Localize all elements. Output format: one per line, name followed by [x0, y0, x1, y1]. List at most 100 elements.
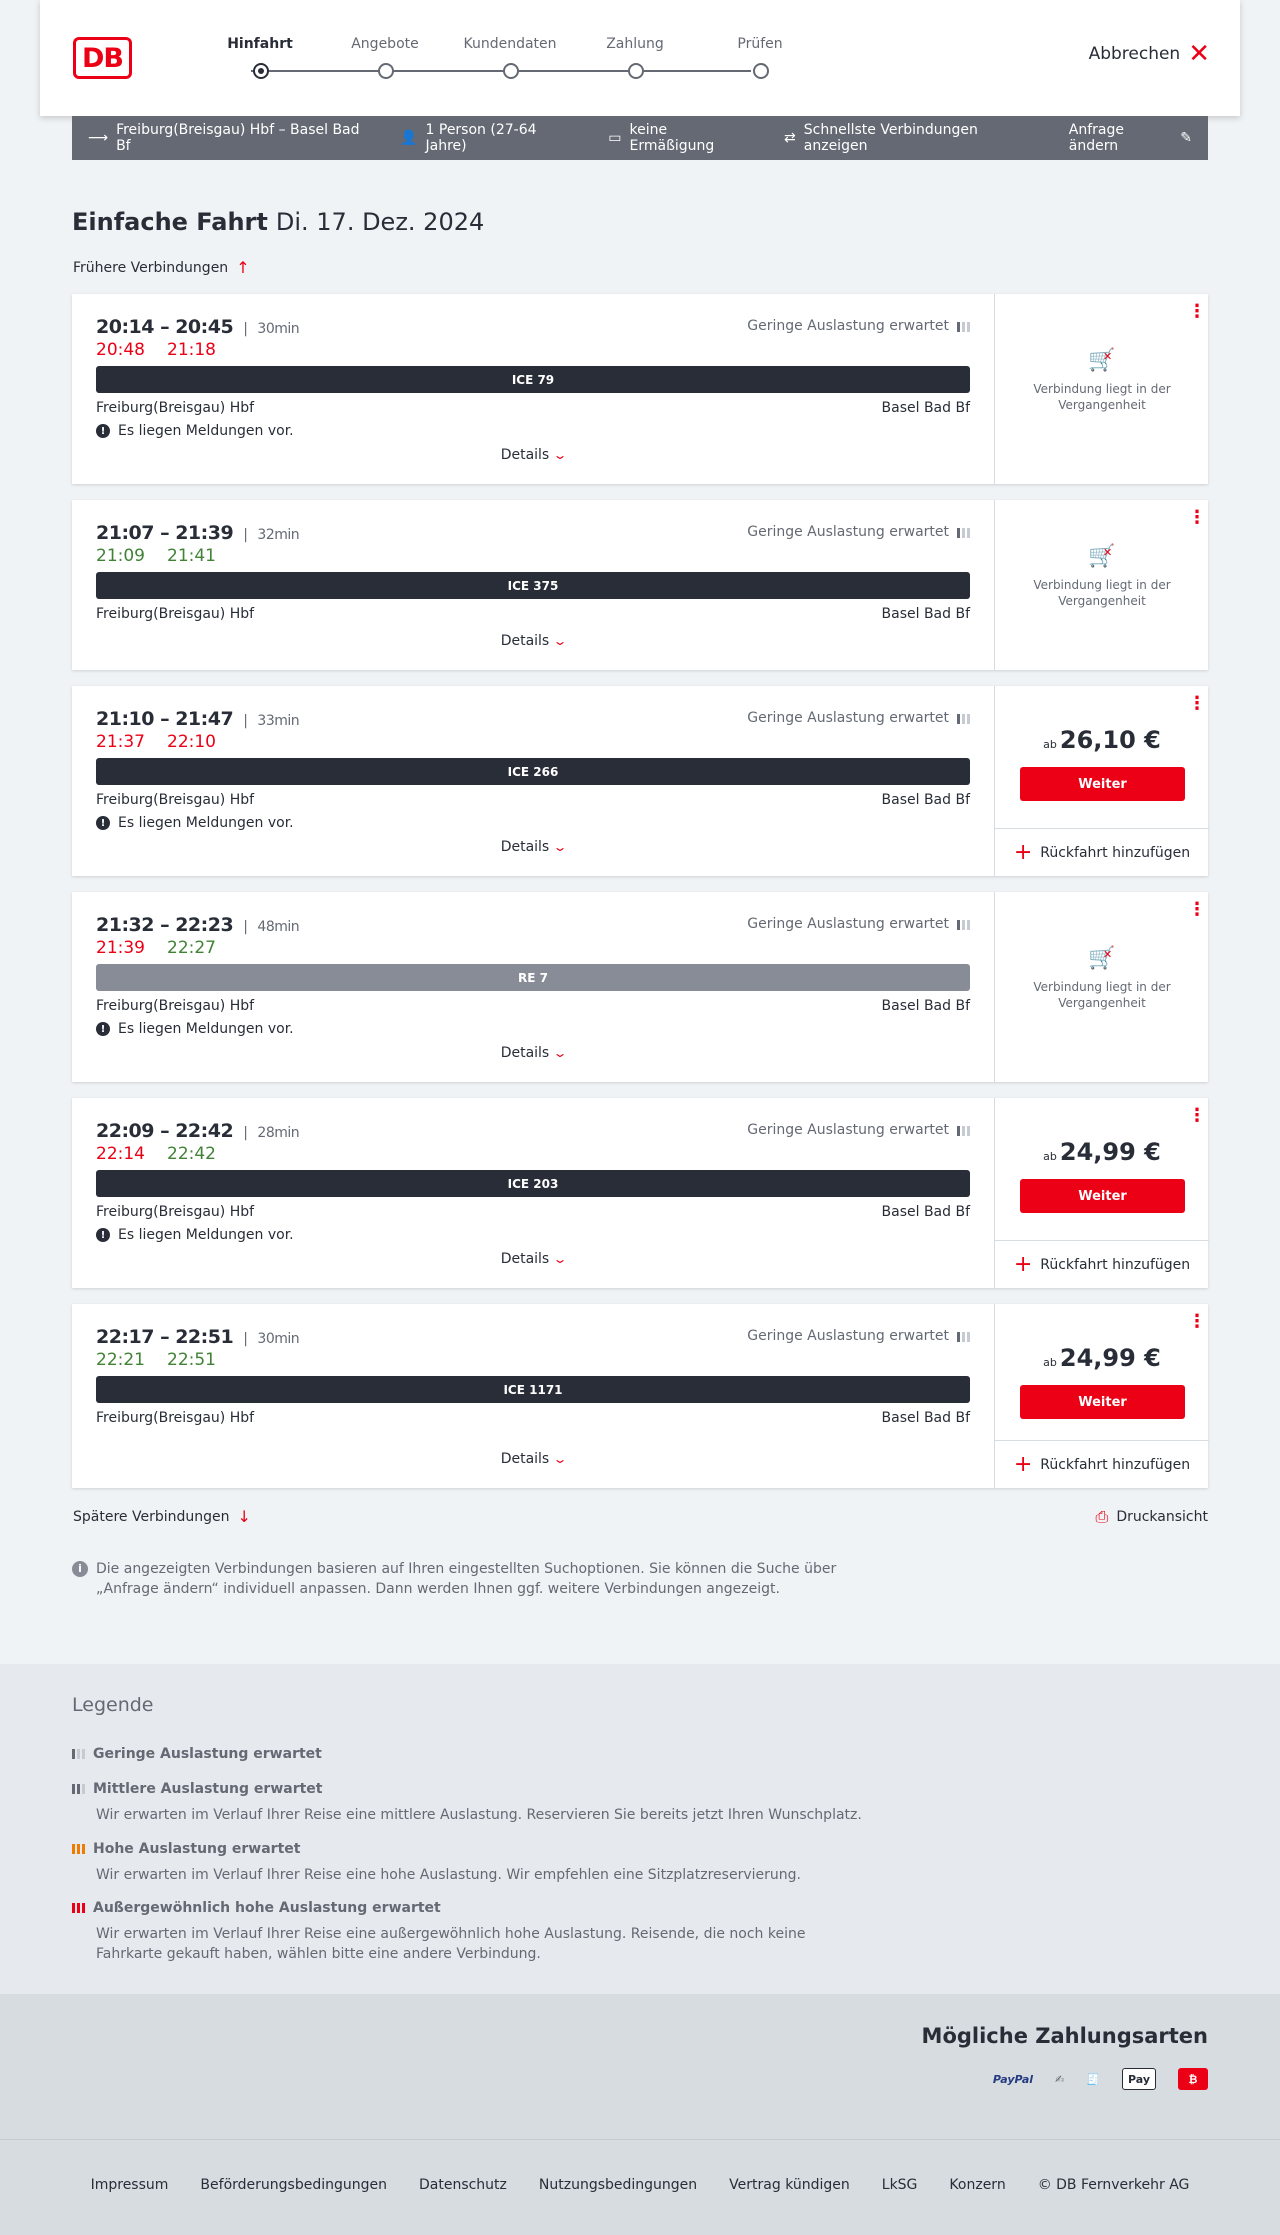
add-return-button[interactable]: + Rückfahrt hinzufügen: [995, 1440, 1209, 1488]
load-indicator: Geringe Auslastung erwartet: [747, 318, 970, 334]
realtime-departure: 21:39: [96, 938, 145, 958]
departure-station: Freiburg(Breisgau) Hbf: [96, 400, 255, 416]
footer-link-befoerderungsbedingungen[interactable]: Beförderungsbedingungen: [200, 2177, 387, 2193]
footer-link-datenschutz[interactable]: Datenschutz: [419, 2177, 507, 2193]
details-toggle[interactable]: Details ⌄: [72, 633, 994, 649]
details-toggle[interactable]: Details ⌄: [72, 839, 994, 855]
realtime-times: 22:14 22:42: [96, 1144, 216, 1164]
train-segment-bar[interactable]: ICE 1171: [96, 1376, 970, 1403]
header: DB Hinfahrt Angebote Kundendaten Zahlung…: [40, 0, 1240, 116]
connection-info: 21:10 – 21:47 33min Geringe Auslastung er…: [72, 686, 994, 876]
payment-icons: PayPal ✍ 🧾 Pay ₿: [993, 2068, 1208, 2090]
load-label: Geringe Auslastung erwartet: [747, 1328, 949, 1344]
times-label: 22:17 – 22:51: [96, 1326, 234, 1348]
footer-link-impressum[interactable]: Impressum: [91, 2177, 169, 2193]
realtime-departure: 21:37: [96, 732, 145, 752]
footer-link-lksg[interactable]: LkSG: [882, 2177, 918, 2193]
legend-item-desc: Wir erwarten im Verlauf Ihrer Reise eine…: [96, 1926, 806, 1962]
continue-button[interactable]: Weiter: [1020, 1179, 1185, 1213]
edit-request-button[interactable]: Anfrage ändern ✎: [1069, 122, 1192, 154]
more-options-icon[interactable]: ⋮: [1188, 695, 1206, 713]
later-connections-link[interactable]: Spätere Verbindungen ↓: [73, 1507, 251, 1526]
realtime-arrival: 21:41: [167, 546, 216, 566]
arrival-station: Basel Bad Bf: [881, 1204, 970, 1220]
direct-debit-icon: ✍: [1055, 2072, 1065, 2086]
more-options-icon[interactable]: ⋮: [1188, 1313, 1206, 1331]
train-segment-bar[interactable]: ICE 203: [96, 1170, 970, 1197]
load-indicator: Geringe Auslastung erwartet: [747, 916, 970, 932]
alert-icon: !: [96, 424, 110, 438]
add-return-label: Rückfahrt hinzufügen: [1040, 1256, 1191, 1273]
price-value: 26,10 €: [1059, 726, 1161, 754]
more-options-icon[interactable]: ⋮: [1188, 303, 1206, 321]
step-label: Prüfen: [737, 36, 783, 52]
notice-label: Es liegen Meldungen vor.: [118, 815, 294, 831]
continue-button[interactable]: Weiter: [1020, 767, 1185, 801]
edit-request-label: Anfrage ändern: [1068, 122, 1124, 154]
load-indicator: Geringe Auslastung erwartet: [747, 524, 970, 540]
price: ab 24,99 €: [995, 1138, 1209, 1166]
notice-label: Es liegen Meldungen vor.: [118, 423, 294, 439]
earlier-connections-link[interactable]: Frühere Verbindungen ↑: [73, 258, 250, 277]
realtime-departure: 22:21: [96, 1350, 145, 1370]
more-options-icon[interactable]: ⋮: [1188, 1107, 1206, 1125]
train-segment-bar[interactable]: RE 7: [96, 964, 970, 991]
connection-card: 22:09 – 22:42 28min Geringe Auslastung er…: [72, 1098, 1209, 1288]
connection-info: 20:14 – 20:45 30min Geringe Auslastung er…: [72, 294, 994, 484]
page-title: Einfache Fahrt Di. 17. Dez. 2024: [72, 208, 484, 236]
realtime-times: 22:21 22:51: [96, 1350, 216, 1370]
train-segment-bar[interactable]: ICE 79: [96, 366, 970, 393]
details-toggle[interactable]: Details ⌄: [72, 1251, 994, 1267]
continue-button[interactable]: Weiter: [1020, 1385, 1185, 1419]
more-options-icon[interactable]: ⋮: [1188, 509, 1206, 527]
very-high-load-icon: [72, 1903, 85, 1913]
add-return-button[interactable]: + Rückfahrt hinzufügen: [995, 1240, 1209, 1288]
db-logo[interactable]: DB: [73, 37, 132, 79]
cancel-button[interactable]: Abbrechen ✕: [1089, 39, 1210, 69]
plus-icon: +: [1013, 1451, 1033, 1477]
price-prefix: ab: [1043, 738, 1057, 751]
realtime-arrival: 22:51: [167, 1350, 216, 1370]
alert-icon: !: [96, 1022, 110, 1036]
times-label: 21:07 – 21:39: [96, 522, 234, 544]
db-card-icon: ₿: [1178, 2068, 1208, 2090]
footer-link-vertrag-kuendigen[interactable]: Vertrag kündigen: [729, 2177, 850, 2193]
realtime-arrival: 22:10: [167, 732, 216, 752]
departure-station: Freiburg(Breisgau) Hbf: [96, 998, 255, 1014]
add-return-button[interactable]: + Rückfahrt hinzufügen: [995, 828, 1209, 876]
price-prefix: ab: [1043, 1150, 1057, 1163]
details-toggle[interactable]: Details ⌄: [72, 1045, 994, 1061]
cart-unavailable-icon: 🛒 ✕: [1088, 348, 1116, 373]
step-angebote: Angebote: [335, 36, 435, 79]
details-toggle[interactable]: Details ⌄: [72, 1451, 994, 1467]
train-segment-bar[interactable]: ICE 266: [96, 758, 970, 785]
duration-label: 48min: [243, 919, 299, 935]
invoice-icon: 🧾: [1086, 2072, 1100, 2086]
connection-card: 20:14 – 20:45 30min Geringe Auslastung er…: [72, 294, 1208, 484]
trip-kind: Einfache Fahrt: [72, 208, 268, 236]
scheduled-times: 22:17 – 22:51 30min: [96, 1326, 300, 1348]
print-view-link[interactable]: ⎙ Druckansicht: [1096, 1507, 1208, 1527]
realtime-arrival: 22:27: [167, 938, 216, 958]
connection-card: 21:10 – 21:47 33min Geringe Auslastung er…: [72, 686, 1209, 876]
more-options-icon[interactable]: ⋮: [1188, 901, 1206, 919]
apple-pay-icon: Pay: [1121, 2068, 1156, 2090]
footer-link-konzern[interactable]: Konzern: [949, 2177, 1005, 2193]
legend-item-title: Mittlere Auslastung erwartet: [93, 1781, 323, 1797]
train-segment-bar[interactable]: ICE 375: [96, 572, 970, 599]
price: ab 26,10 €: [995, 726, 1209, 754]
close-icon: ✕: [1188, 39, 1210, 69]
footer-link-nutzungsbedingungen[interactable]: Nutzungsbedingungen: [539, 2177, 697, 2193]
paypal-icon: PayPal: [992, 2072, 1034, 2086]
price-value: 24,99 €: [1059, 1344, 1161, 1372]
add-return-label: Rückfahrt hinzufügen: [1040, 1456, 1191, 1473]
past-label: Verbindung liegt in der Vergangenheit: [1033, 382, 1171, 412]
switch-icon: ⇄: [784, 130, 796, 146]
arrival-station: Basel Bad Bf: [881, 400, 970, 416]
add-return-label: Rückfahrt hinzufügen: [1040, 844, 1191, 861]
stations: Freiburg(Breisgau) Hbf Basel Bad Bf: [96, 606, 970, 622]
legend-item-low: Geringe Auslastung erwartet: [72, 1746, 872, 1762]
low-load-icon: [957, 1330, 970, 1342]
details-toggle[interactable]: Details ⌄: [72, 447, 994, 463]
price: ab 24,99 €: [995, 1344, 1209, 1372]
